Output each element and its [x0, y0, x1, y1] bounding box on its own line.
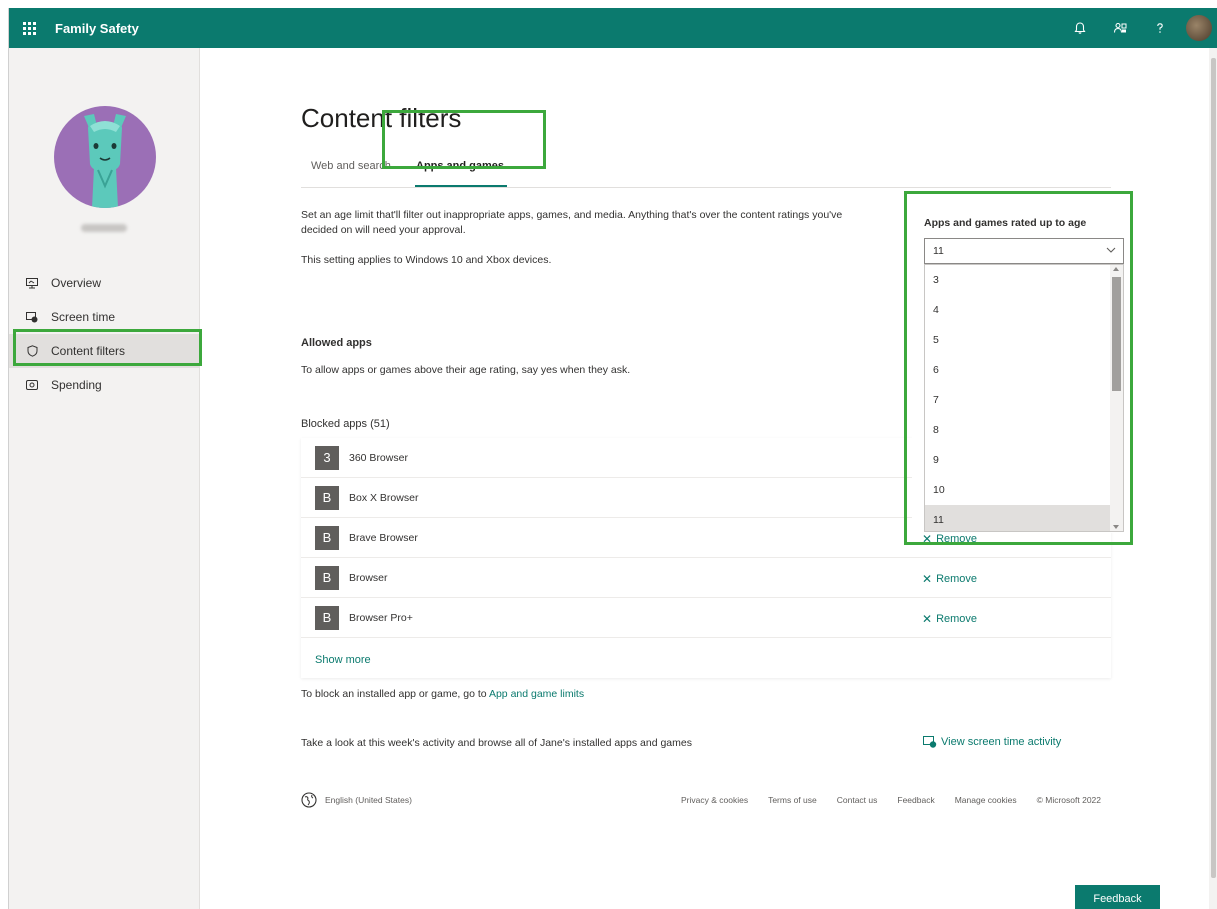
age-option[interactable]: 4 [925, 295, 1111, 325]
sidebar-item-label: Spending [51, 378, 102, 392]
app-title[interactable]: Family Safety [55, 21, 139, 36]
app-window: Family Safety Overview Screen time Conte… [8, 8, 1217, 909]
block-installed-text: To block an installed app or game, go to… [301, 688, 585, 700]
sidebar-item-content-filters[interactable]: Content filters [9, 334, 199, 368]
age-filter-panel: Apps and games rated up to age 11 3 4 5 … [912, 203, 1130, 533]
sidebar: Overview Screen time Content filters Spe… [9, 48, 199, 909]
age-option[interactable]: 9 [925, 445, 1111, 475]
age-option[interactable]: 10 [925, 475, 1111, 505]
help-icon[interactable] [1140, 8, 1180, 48]
tab-bar: Web and search Apps and games [301, 152, 1111, 188]
app-tile-icon: 3 [315, 445, 339, 470]
scroll-up-icon[interactable] [1113, 267, 1119, 271]
activity-text: Take a look at this week's activity and … [301, 737, 692, 749]
app-tile-icon: B [315, 605, 339, 630]
tab-apps-and-games[interactable]: Apps and games [416, 160, 504, 172]
chevron-down-icon [1106, 247, 1116, 253]
show-more-link[interactable]: Show more [315, 654, 371, 666]
app-name: 360 Browser [349, 451, 408, 464]
age-select[interactable]: 11 [924, 238, 1124, 264]
remove-button[interactable]: ✕ Remove [922, 612, 977, 626]
age-option[interactable]: 6 [925, 355, 1111, 385]
app-game-limits-link[interactable]: App and game limits [489, 688, 584, 700]
sidebar-item-screen-time[interactable]: Screen time [9, 300, 199, 334]
blocked-apps-heading: Blocked apps (51) [301, 418, 390, 430]
top-bar: Family Safety [9, 8, 1217, 48]
feedback-link[interactable]: Feedback [897, 795, 934, 805]
close-icon: ✕ [922, 612, 933, 626]
privacy-link[interactable]: Privacy & cookies [681, 795, 748, 805]
screen-time-icon [25, 310, 39, 324]
view-screen-time-activity-link[interactable]: View screen time activity [923, 736, 1061, 748]
copyright-text: © Microsoft 2022 [1036, 795, 1101, 805]
scrollbar-thumb[interactable] [1112, 277, 1121, 391]
scroll-down-icon[interactable] [1113, 525, 1119, 529]
app-name: Box X Browser [349, 491, 419, 504]
age-options-list[interactable]: 3 4 5 6 7 8 9 10 11 [924, 264, 1124, 532]
screen-time-icon [923, 736, 937, 748]
app-name: Brave Browser [349, 531, 418, 544]
manage-cookies-link[interactable]: Manage cookies [955, 795, 1017, 805]
sidebar-item-overview[interactable]: Overview [9, 266, 199, 300]
age-option[interactable]: 5 [925, 325, 1111, 355]
filter-description: Set an age limit that'll filter out inap… [301, 209, 843, 236]
age-option[interactable]: 3 [925, 265, 1111, 295]
sidebar-item-label: Overview [51, 276, 102, 290]
page-title: Content filters [301, 103, 462, 133]
close-icon: ✕ [922, 532, 933, 546]
app-name: Browser [349, 571, 388, 584]
age-filter-label: Apps and games rated up to age [924, 217, 1087, 229]
terms-link[interactable]: Terms of use [768, 795, 817, 805]
applies-to-text: This setting applies to Windows 10 and X… [301, 254, 552, 266]
allowed-apps-text: To allow apps or games above their age r… [301, 364, 631, 376]
window-scrollbar[interactable] [1209, 48, 1217, 909]
list-item: B Browser ✕ Remove [301, 558, 1111, 598]
spending-icon [25, 378, 39, 392]
active-tab-indicator [415, 185, 507, 187]
footer: English (United States) Privacy & cookie… [301, 792, 1101, 812]
app-tile-icon: B [315, 525, 339, 550]
people-icon[interactable] [1100, 8, 1140, 48]
footer-links: Privacy & cookies Terms of use Contact u… [681, 795, 1101, 805]
language-selector[interactable]: English (United States) [301, 792, 412, 808]
bell-icon[interactable] [1060, 8, 1100, 48]
age-option[interactable]: 8 [925, 415, 1111, 445]
sidebar-item-label: Screen time [51, 310, 116, 324]
main-content: Content filters Web and search Apps and … [199, 48, 1217, 909]
waffle-icon[interactable] [9, 8, 49, 48]
list-item: B Browser Pro+ ✕ Remove [301, 598, 1111, 638]
age-option[interactable]: 7 [925, 385, 1111, 415]
feedback-button[interactable]: Feedback [1075, 885, 1160, 909]
app-tile-icon: B [315, 485, 339, 510]
tab-web-and-search[interactable]: Web and search [311, 160, 391, 172]
age-option-selected[interactable]: 11 [925, 505, 1111, 531]
contact-link[interactable]: Contact us [837, 795, 878, 805]
shield-icon [25, 344, 39, 358]
sidebar-item-label: Content filters [51, 344, 126, 358]
sidebar-item-spending[interactable]: Spending [9, 368, 199, 402]
app-tile-icon: B [315, 565, 339, 590]
globe-icon [301, 792, 317, 808]
child-avatar[interactable] [54, 106, 156, 208]
overview-icon [25, 276, 39, 290]
allowed-apps-heading: Allowed apps [301, 337, 372, 349]
dropdown-scrollbar[interactable] [1110, 265, 1123, 531]
sidebar-nav: Overview Screen time Content filters Spe… [9, 266, 199, 402]
user-avatar[interactable] [1186, 15, 1212, 41]
child-name [81, 224, 127, 232]
app-name: Browser Pro+ [349, 611, 413, 624]
close-icon: ✕ [922, 572, 933, 586]
remove-button[interactable]: ✕ Remove [922, 532, 977, 546]
remove-button[interactable]: ✕ Remove [922, 572, 977, 586]
window-scrollbar-thumb[interactable] [1211, 58, 1216, 878]
